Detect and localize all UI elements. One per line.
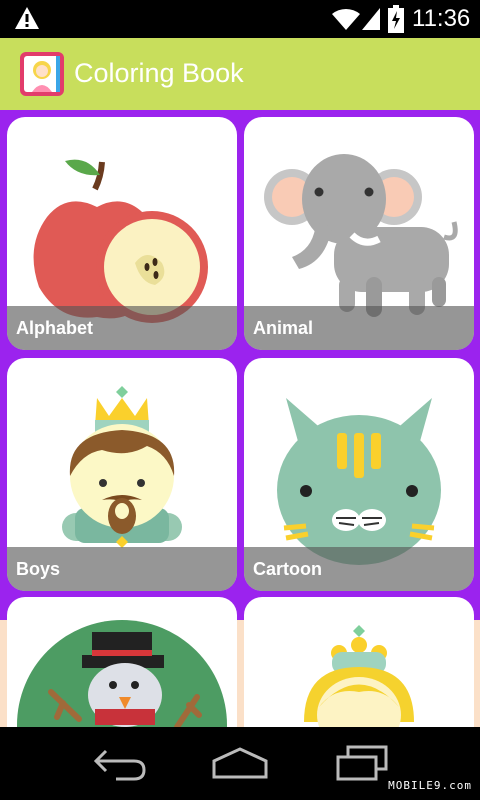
warning-icon (15, 7, 39, 29)
category-grid: Alphabet Animal Boys Cartoon (0, 110, 480, 727)
category-tile-snowman[interactable] (7, 597, 237, 727)
navigation-bar: MOBILE9.com (0, 727, 480, 800)
status-bar: 11:36 (0, 0, 480, 38)
action-bar: Coloring Book (0, 38, 480, 110)
category-label: Alphabet (7, 306, 237, 350)
category-label: Animal (244, 306, 474, 350)
battery-charging-icon (388, 5, 404, 33)
category-label: Cartoon (244, 547, 474, 591)
category-tile-cartoon[interactable]: Cartoon (244, 358, 474, 591)
watermark: MOBILE9.com (388, 779, 472, 792)
princess-icon (304, 625, 414, 727)
snowman-icon (17, 620, 227, 727)
home-icon[interactable] (210, 743, 270, 783)
category-tile-alphabet[interactable]: Alphabet (7, 117, 237, 350)
app-title: Coloring Book (74, 58, 244, 88)
recent-apps-icon[interactable] (334, 743, 390, 783)
category-label: Boys (7, 547, 237, 591)
clock: 11:36 (412, 5, 471, 32)
category-tile-princess[interactable] (244, 597, 474, 727)
wifi-signal-icon (332, 8, 380, 30)
back-icon[interactable] (92, 743, 148, 783)
coloring-book-app-icon[interactable] (20, 52, 64, 96)
category-tile-boys[interactable]: Boys (7, 358, 237, 591)
category-tile-animal[interactable]: Animal (244, 117, 474, 350)
